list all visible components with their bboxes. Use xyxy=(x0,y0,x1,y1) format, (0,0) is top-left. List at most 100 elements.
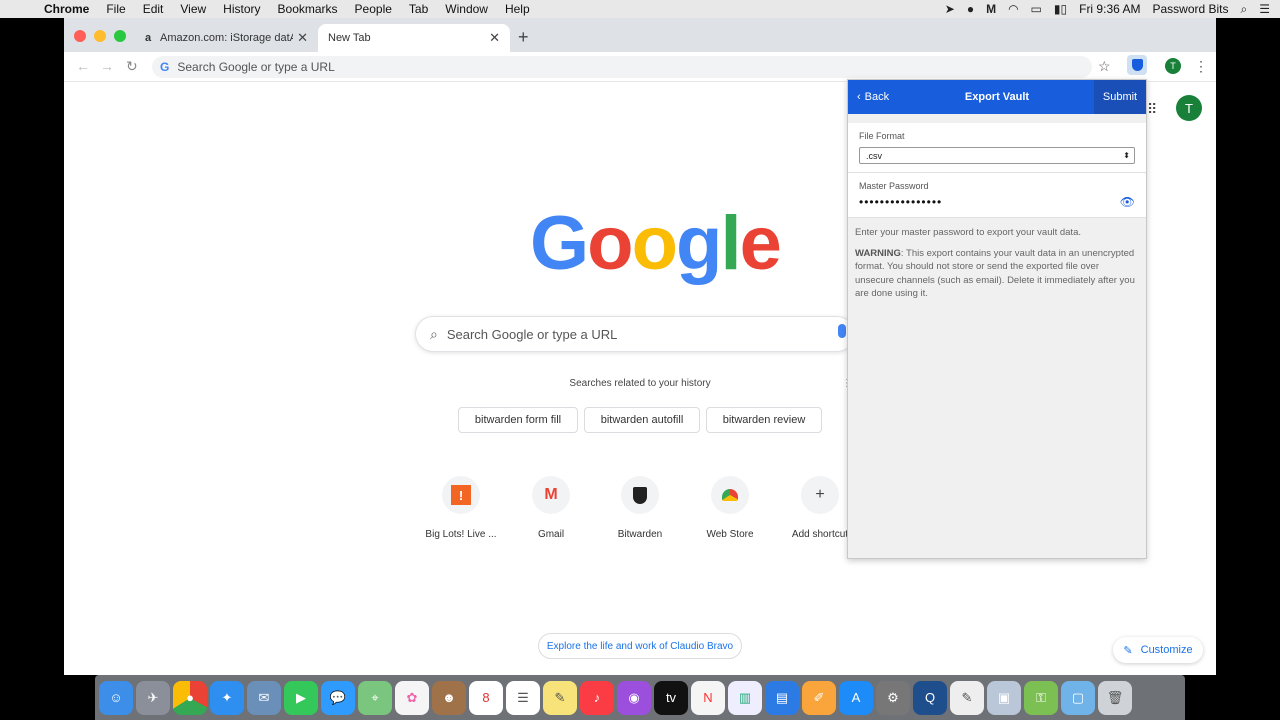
menu-app-chrome[interactable]: Chrome xyxy=(44,2,89,16)
tab-title: New Tab xyxy=(328,32,371,44)
preview-icon[interactable]: ▣ xyxy=(987,680,1021,715)
pages-icon[interactable]: ✐ xyxy=(802,680,836,715)
menubar-clock[interactable]: Fri 9:36 AM xyxy=(1079,2,1140,16)
browser-toolbar: ← → ↻ G Search Google or type a URL ☆ T … xyxy=(64,52,1216,82)
macos-dock: ☺ ✈ ● ✦ ✉ ▶ 💬 ⌖ ✿ ☻ 8 ☰ ✎ ♪ ◉ tv N ▥ ▤ ✐… xyxy=(95,675,1185,720)
downloads-folder-icon[interactable]: ▢ xyxy=(1061,680,1095,715)
contacts-icon[interactable]: ☻ xyxy=(432,680,466,715)
numbers-icon[interactable]: ▥ xyxy=(728,680,762,715)
location-icon[interactable]: ➤ xyxy=(945,2,955,16)
doodle-explore-link[interactable]: Explore the life and work of Claudio Bra… xyxy=(538,633,742,659)
finder-icon[interactable]: ☺ xyxy=(99,680,133,715)
file-format-select[interactable]: .csv ⬍ xyxy=(859,147,1135,164)
close-window-button[interactable] xyxy=(74,30,86,42)
news-icon[interactable]: N xyxy=(691,680,725,715)
wifi-icon[interactable]: ◠ xyxy=(1008,2,1018,16)
submit-button[interactable]: Submit xyxy=(1094,80,1146,114)
toggle-visibility-eye-icon[interactable]: 👁 xyxy=(1120,195,1135,209)
bitwarden-shield-icon xyxy=(1131,59,1143,71)
web-store-icon xyxy=(711,476,749,514)
google-account-avatar[interactable]: T xyxy=(1176,95,1202,121)
menu-tab[interactable]: Tab xyxy=(409,2,428,16)
shortcut-web-store[interactable]: Web Store xyxy=(685,476,775,540)
chrome-icon[interactable]: ● xyxy=(173,680,207,715)
bitwarden-extension-button[interactable] xyxy=(1127,55,1147,75)
google-search-box[interactable]: ⌕ Search Google or type a URL xyxy=(415,316,855,352)
keynote-icon[interactable]: ▤ xyxy=(765,680,799,715)
profile-avatar[interactable]: T xyxy=(1165,58,1181,74)
airplay-icon[interactable]: ▭ xyxy=(1031,2,1042,16)
menu-file[interactable]: File xyxy=(106,2,125,16)
forward-arrow-icon[interactable]: → xyxy=(100,58,114,74)
microphone-icon[interactable] xyxy=(838,324,846,338)
chrome-window: a Amazon.com: iStorage datAshur ✕ New Ta… xyxy=(64,18,1216,675)
reminders-icon[interactable]: ☰ xyxy=(506,680,540,715)
calendar-icon[interactable]: 8 xyxy=(469,680,503,715)
system-preferences-icon[interactable]: ⚙ xyxy=(876,680,910,715)
shortcut-label: Gmail xyxy=(537,529,565,540)
menu-view[interactable]: View xyxy=(180,2,206,16)
tab-new-tab[interactable]: New Tab ✕ xyxy=(318,24,510,52)
customize-button[interactable]: ✎ Customize xyxy=(1113,637,1203,663)
logo-letter: o xyxy=(587,201,633,286)
bitwarden-shield-icon xyxy=(621,476,659,514)
malwarebytes-icon[interactable]: M xyxy=(986,2,996,16)
chrome-menu-icon[interactable]: ⋮ xyxy=(1194,58,1208,75)
master-password-label: Master Password xyxy=(859,181,929,191)
omnibox-placeholder: Search Google or type a URL xyxy=(177,60,335,74)
maps-icon[interactable]: ⌖ xyxy=(358,680,392,715)
trash-icon[interactable]: 🗑 xyxy=(1098,680,1132,715)
battery-icon[interactable]: ▮▯ xyxy=(1054,2,1067,16)
facetime-icon[interactable]: ▶ xyxy=(284,680,318,715)
shortcut-big-lots[interactable]: ! Big Lots! Live ... xyxy=(416,476,506,540)
zoom-window-button[interactable] xyxy=(114,30,126,42)
photos-icon[interactable]: ✿ xyxy=(395,680,429,715)
mail-icon[interactable]: ✉ xyxy=(247,680,281,715)
menubar-user[interactable]: Password Bits xyxy=(1152,2,1228,16)
app-store-icon[interactable]: A xyxy=(839,680,873,715)
menu-people[interactable]: People xyxy=(355,2,392,16)
shortcut-label: Web Store xyxy=(706,529,754,540)
related-chip-form-fill[interactable]: bitwarden form fill xyxy=(458,407,578,433)
master-password-input[interactable]: •••••••••••••••• xyxy=(859,195,942,209)
textedit-icon[interactable]: ✎ xyxy=(950,680,984,715)
popup-header: ‹ Back Export Vault Submit xyxy=(848,80,1146,114)
close-tab-icon[interactable]: ✕ xyxy=(489,30,500,46)
music-icon[interactable]: ♪ xyxy=(580,680,614,715)
google-apps-grid-icon[interactable]: ⠿ xyxy=(1147,101,1157,118)
file-format-label: File Format xyxy=(859,131,905,141)
safari-icon[interactable]: ✦ xyxy=(210,680,244,715)
tab-amazon[interactable]: a Amazon.com: iStorage datAshur ✕ xyxy=(132,24,318,52)
gmail-icon: M xyxy=(532,476,570,514)
minimize-window-button[interactable] xyxy=(94,30,106,42)
record-icon[interactable]: ● xyxy=(967,2,974,16)
podcasts-icon[interactable]: ◉ xyxy=(617,680,651,715)
shortcut-bitwarden[interactable]: Bitwarden xyxy=(595,476,685,540)
related-chip-review[interactable]: bitwarden review xyxy=(706,407,822,433)
related-chip-autofill[interactable]: bitwarden autofill xyxy=(584,407,700,433)
omnibox[interactable]: G Search Google or type a URL xyxy=(152,56,1092,78)
notes-icon[interactable]: ✎ xyxy=(543,680,577,715)
export-help-text: Enter your master password to export you… xyxy=(848,218,1146,301)
menu-edit[interactable]: Edit xyxy=(143,2,164,16)
quicktime-icon[interactable]: Q xyxy=(913,680,947,715)
menu-window[interactable]: Window xyxy=(445,2,488,16)
keychain-icon[interactable]: ⚿ xyxy=(1024,680,1058,715)
launchpad-icon[interactable]: ✈ xyxy=(136,680,170,715)
bookmark-star-icon[interactable]: ☆ xyxy=(1098,58,1111,75)
notification-center-icon[interactable]: ☰ xyxy=(1259,2,1270,16)
back-arrow-icon[interactable]: ← xyxy=(76,58,90,74)
menu-history[interactable]: History xyxy=(223,2,260,16)
reload-icon[interactable]: ↻ xyxy=(126,58,138,75)
close-tab-icon[interactable]: ✕ xyxy=(297,30,308,46)
new-tab-plus-icon[interactable]: + xyxy=(518,27,529,48)
shortcut-gmail[interactable]: M Gmail xyxy=(506,476,596,540)
google-logo: Google xyxy=(530,200,782,287)
messages-icon[interactable]: 💬 xyxy=(321,680,355,715)
menu-help[interactable]: Help xyxy=(505,2,530,16)
apple-tv-icon[interactable]: tv xyxy=(654,680,688,715)
spotlight-search-icon[interactable]: ⌕ xyxy=(1241,2,1248,17)
back-button[interactable]: ‹ Back xyxy=(857,91,889,103)
menu-bookmarks[interactable]: Bookmarks xyxy=(278,2,338,16)
help-text: Enter your master password to export you… xyxy=(855,227,1081,238)
